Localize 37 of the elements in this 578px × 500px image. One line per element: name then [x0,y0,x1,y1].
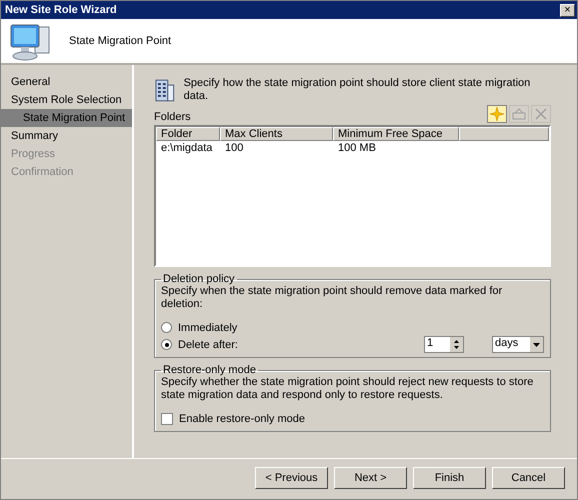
table-cell-text: e:\migdata [160,142,214,154]
wizard-button[interactable]: Finish [413,467,486,489]
unit-dropdown[interactable]: days [492,336,544,353]
table-cell-text: 100 [224,142,244,154]
column-header[interactable]: Folder [156,127,220,141]
close-button[interactable]: × [560,4,575,16]
page-title: State Migration Point [69,35,172,47]
option-label: Immediately [178,322,238,334]
building-icon [154,77,176,103]
star-icon [490,107,504,121]
spinner-arrows-icon[interactable] [450,337,463,352]
option-label: Delete after: [178,338,238,350]
sidebar-item[interactable]: General [1,73,132,91]
group-title: Deletion policy [162,273,236,285]
sidebar-item[interactable]: System Role Selection [1,91,132,109]
new-button[interactable] [487,105,507,123]
column-header[interactable]: Minimum Free Space [333,127,459,141]
wizard-button[interactable]: < Previous [255,467,328,489]
folders-label: Folders [154,111,191,123]
list-row[interactable]: e:\migdata 100 100 MB [156,141,549,155]
checkbox[interactable] [161,412,173,424]
description-text: Specify when the state migration point should remove data marked for deletion: [161,285,504,311]
close-icon [535,108,547,120]
sidebar-item[interactable]: Summary [1,127,132,145]
column-header[interactable]: Max Clients [220,127,333,141]
checkbox-label: Enable restore-only mode [179,412,305,424]
intro-text: Specify how the state migration point should store client state migration data. [184,77,532,103]
table-cell-text: 100 MB [337,142,377,154]
wizard-button[interactable]: Cancel [492,467,565,489]
window-title: New Site Role Wizard [5,4,117,16]
radio-button[interactable] [161,339,172,350]
description-text: Specify whether the state migration point should reject new requests to store state migration data and respond only to restore requests. [161,376,534,402]
sidebar-item[interactable]: State Migration Point [1,109,132,127]
group-title: Restore-only mode [162,364,257,376]
wizard-button[interactable]: Next > [334,467,407,489]
radio-button[interactable] [161,322,172,333]
number-spinner[interactable]: 1 [424,336,464,353]
